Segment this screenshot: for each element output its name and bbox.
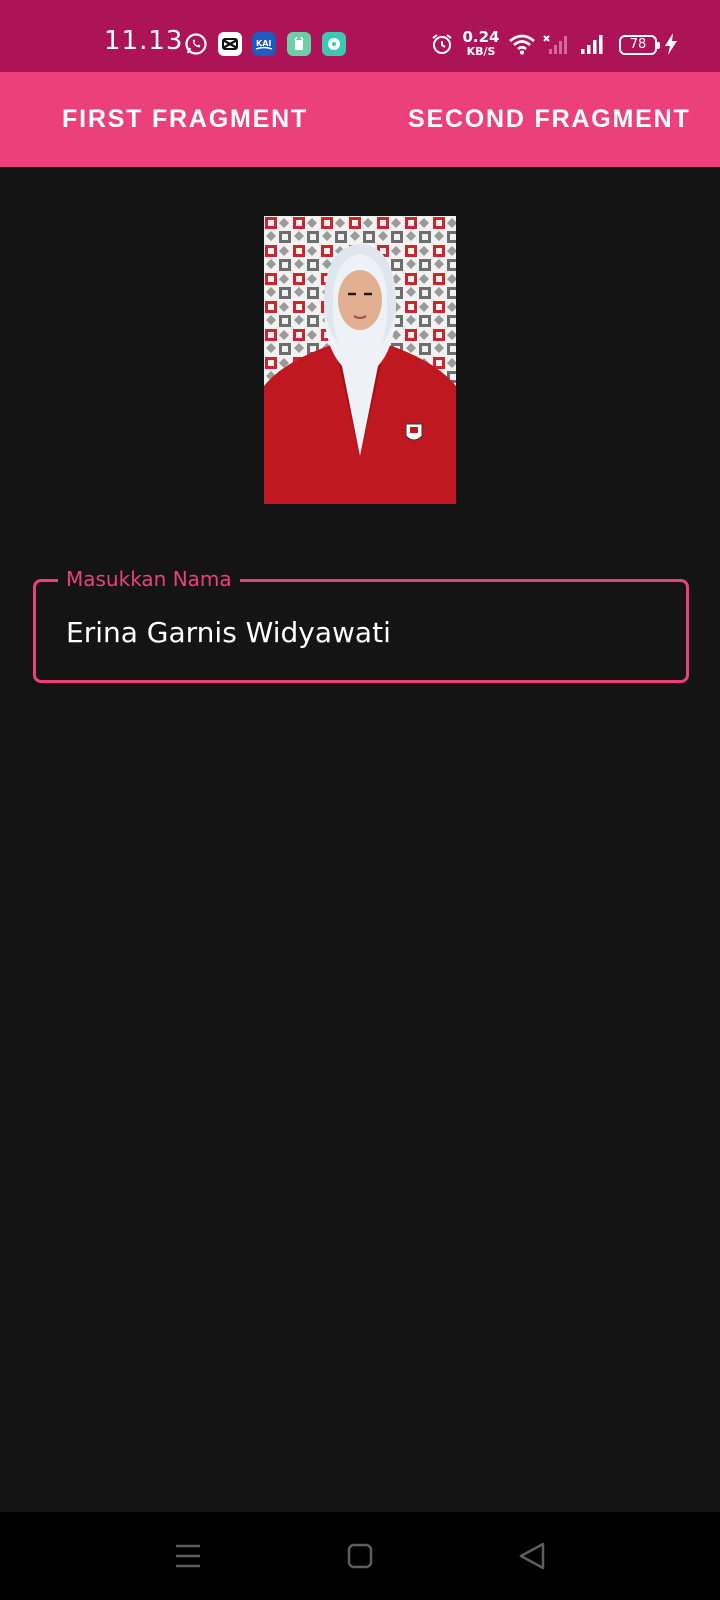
battery-level: 78 bbox=[629, 37, 647, 52]
navigation-bar bbox=[0, 1512, 720, 1600]
network-speed-unit: KB/S bbox=[466, 45, 496, 58]
charging-icon bbox=[664, 32, 678, 56]
signal-icon bbox=[580, 32, 604, 56]
chat-icon bbox=[322, 32, 346, 56]
alarm-icon bbox=[430, 32, 454, 56]
kai-access-icon: KAI bbox=[252, 32, 276, 56]
signal-no-service-icon bbox=[543, 32, 567, 56]
wifi-icon bbox=[508, 32, 536, 56]
network-speed-value: 0.24 bbox=[462, 28, 500, 46]
status-time: 11.13 bbox=[104, 26, 184, 56]
home-icon[interactable] bbox=[340, 1536, 380, 1576]
battery-icon: 78 bbox=[619, 35, 660, 55]
status-bar: 11.13 KAI 0.24 KB/S 78 bbox=[0, 0, 720, 72]
back-icon[interactable] bbox=[512, 1536, 552, 1576]
name-field-label: Masukkan Nama bbox=[58, 567, 240, 591]
profile-photo bbox=[264, 216, 456, 504]
svg-text:KAI: KAI bbox=[256, 39, 271, 48]
name-input[interactable] bbox=[66, 616, 656, 650]
whatsapp-icon bbox=[184, 32, 208, 56]
tab-first-fragment[interactable]: FIRST FRAGMENT bbox=[62, 72, 308, 167]
tab-bar: FIRST FRAGMENT SECOND FRAGMENT bbox=[0, 72, 720, 167]
app-icon bbox=[287, 32, 311, 56]
name-text-field[interactable]: Masukkan Nama bbox=[33, 567, 689, 683]
capcut-icon bbox=[218, 32, 242, 56]
tab-second-fragment[interactable]: SECOND FRAGMENT bbox=[408, 72, 691, 167]
recents-menu-icon[interactable] bbox=[168, 1536, 208, 1576]
network-speed: 0.24 KB/S bbox=[462, 28, 500, 58]
